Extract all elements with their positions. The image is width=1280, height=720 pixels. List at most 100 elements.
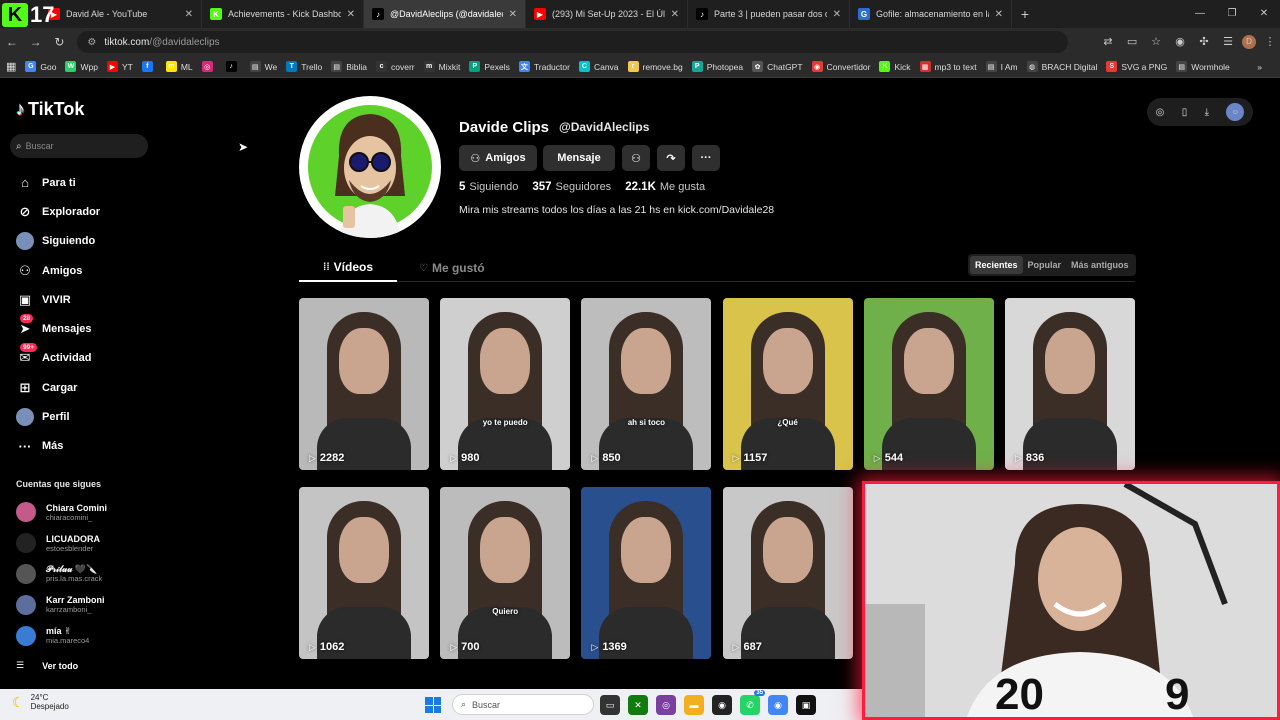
video-thumbnail[interactable]: ▷ 687 [722, 487, 853, 659]
translate-icon[interactable]: ⇄ [1098, 35, 1118, 49]
friends-button[interactable]: ⚇ Amigos [459, 145, 537, 171]
sort-recent[interactable]: Recientes [970, 256, 1023, 274]
profile-avatar[interactable]: D [1242, 35, 1257, 49]
new-tab-button[interactable]: + [1012, 6, 1038, 22]
bookmark-item[interactable]: ◍ BRACH Digital [1026, 61, 1097, 72]
tab-close-icon[interactable]: ✕ [509, 9, 517, 20]
bookmark-item[interactable]: c coverr [376, 61, 415, 72]
video-thumbnail[interactable]: ▷ 2282 [299, 298, 429, 470]
task-view-icon[interactable]: ▭ [600, 695, 620, 715]
sidebar-item[interactable]: ✉ 99+ Actividad [14, 343, 154, 373]
message-button[interactable]: Mensaje [543, 145, 615, 171]
bookmark-item[interactable]: m ML [165, 61, 193, 72]
whatsapp-icon[interactable]: ✆ 35 [740, 690, 765, 715]
bookmark-item[interactable]: ✿ ChatGPT [752, 61, 803, 72]
followed-account[interactable]: Chiara Comini chiaracomini_ [16, 497, 156, 528]
tab-close-icon[interactable]: ✕ [833, 9, 841, 20]
capcut-icon[interactable]: ▣ [796, 695, 816, 715]
bookmarks-overflow-icon[interactable]: » [1257, 62, 1262, 72]
tab-liked[interactable]: ♡ Me gustó [419, 254, 499, 282]
windows-start-icon[interactable] [425, 697, 441, 713]
extension-icon[interactable]: ◉ [1170, 35, 1190, 49]
url-field[interactable]: ⚙ tiktok.com/@davidaleclips [77, 31, 1069, 53]
bookmark-item[interactable]: ▤ Wormhole [1176, 61, 1230, 72]
browser-tab[interactable]: ▶ (293) Mi Set-Up 2023 - El Últim ✕ [526, 0, 688, 28]
video-thumbnail[interactable]: Quiero ▷ 700 [440, 487, 571, 659]
followed-account[interactable]: LICUADORA estoesblender [16, 528, 156, 559]
sidebar-item[interactable]: Perfil [14, 402, 154, 431]
bookmark-item[interactable]: ◎ [201, 61, 217, 72]
taskbar-search[interactable]: ⌕ Buscar [452, 694, 594, 715]
bookmark-item[interactable]: ▦ mp3 to text [919, 61, 977, 72]
extensions-puzzle-icon[interactable]: ✣ [1194, 35, 1214, 49]
bookmark-item[interactable]: P Photopea [691, 61, 743, 72]
bookmark-item[interactable]: ♪ [225, 61, 241, 72]
weather-widget[interactable]: ☾ 24°C Despejado [12, 693, 69, 711]
file-explorer-icon[interactable]: ▬ [684, 695, 704, 715]
tab-close-icon[interactable]: ✕ [995, 9, 1003, 20]
bookmark-item[interactable]: T Trello [286, 61, 322, 72]
browser-tab[interactable]: G Gofile: almacenamiento en la n ✕ [850, 0, 1012, 28]
chrome-icon[interactable]: ◉ [768, 695, 788, 715]
sidebar-item[interactable]: ⚇ Amigos [14, 256, 154, 285]
sidebar-item[interactable]: ➤ 28 Mensajes [14, 314, 154, 343]
following-stat[interactable]: 5 Siguiendo [459, 181, 518, 193]
obs-icon[interactable]: ◉ [712, 695, 732, 715]
tab-close-icon[interactable]: ✕ [347, 9, 355, 20]
followers-stat[interactable]: 357 Seguidores [532, 181, 611, 193]
see-all-link[interactable]: ☰ Ver todo [16, 660, 78, 671]
followed-account[interactable]: Karr Zamboni karrzamboni_ [16, 589, 156, 620]
bookmark-item[interactable]: P Pexels [469, 61, 510, 72]
coins-icon[interactable]: ◎ [1156, 107, 1165, 118]
sidebar-item[interactable]: ⊘ Explorador [14, 197, 154, 226]
sort-popular[interactable]: Popular [1023, 256, 1067, 274]
bookmark-star-icon[interactable]: ☆ [1146, 35, 1166, 49]
bookmark-item[interactable]: r remove.bg [627, 61, 683, 72]
video-thumbnail[interactable]: ▷ 1369 [581, 487, 712, 659]
video-thumbnail[interactable]: ah si toco ▷ 850 [581, 298, 712, 470]
device-icon[interactable]: ▯ [1182, 107, 1188, 118]
video-thumbnail[interactable]: ▷ 836 [1005, 298, 1135, 470]
profile-avatar-large[interactable] [299, 96, 441, 238]
sidebar-item[interactable]: ⌂ Para ti [14, 168, 154, 197]
tab-close-icon[interactable]: ✕ [671, 9, 679, 20]
close-window-icon[interactable]: ✕ [1248, 0, 1280, 28]
forward-icon[interactable]: → [24, 35, 48, 49]
bookmark-item[interactable]: ▶ YT [106, 61, 133, 72]
bookmark-item[interactable]: ▤ I Am [985, 61, 1018, 72]
video-thumbnail[interactable]: ▷ 544 [863, 298, 994, 470]
video-thumbnail[interactable]: ¿Qué ▷ 1157 [722, 298, 853, 470]
bookmark-item[interactable]: 文 Traductor [518, 61, 570, 72]
bookmark-item[interactable]: ◉ Convertidor [811, 61, 870, 72]
app-icon[interactable]: ◎ [656, 695, 676, 715]
bookmark-item[interactable]: C Canva [578, 61, 619, 72]
bookmark-item[interactable]: S SVG a PNG [1106, 61, 1167, 72]
bookmark-item[interactable]: ▤ Biblia [331, 61, 367, 72]
suggest-account-button[interactable]: ⚇ [622, 145, 650, 171]
browser-tab[interactable]: ♪ Parte 3 | pueden pasar dos cosa ✕ [688, 0, 850, 28]
tab-search-icon[interactable]: ☰ [1218, 35, 1238, 49]
more-options-button[interactable]: ··· [692, 145, 720, 171]
sidebar-item[interactable]: ··· Más [14, 432, 154, 461]
bookmark-item[interactable]: m Mixkit [423, 61, 460, 72]
bookmark-item[interactable]: G Goo [25, 61, 56, 72]
sidebar-item[interactable]: ▣ VIVIR [14, 285, 154, 314]
tiktok-logo[interactable]: ♪ TikTok [16, 99, 84, 120]
video-thumbnail[interactable]: yo te puedo ▷ 980 [440, 298, 571, 470]
bookmark-item[interactable]: ▤ We [249, 61, 277, 72]
cast-icon[interactable]: ▭ [1122, 35, 1142, 49]
back-icon[interactable]: ← [0, 35, 24, 49]
tab-close-icon[interactable]: ✕ [185, 9, 193, 20]
video-thumbnail[interactable]: ▷ 1062 [299, 487, 429, 659]
download-icon[interactable]: ⤓ [1205, 107, 1209, 118]
followed-account[interactable]: 𝒫𝓇𝒾𝓁𝓊𝓊 🖤🔪 pris.la.mas.crack [16, 559, 156, 590]
user-avatar-icon[interactable]: ☺ [1226, 103, 1245, 121]
bookmark-item[interactable]: K Kick [879, 61, 911, 72]
xbox-icon[interactable]: ✕ [628, 695, 648, 715]
browser-menu-icon[interactable]: ⋮ [1260, 35, 1280, 49]
site-info-icon[interactable]: ⚙ [87, 37, 96, 48]
browser-tab[interactable]: ♪ @DavidAleclips (@davidaleclips) ✕ [364, 0, 526, 28]
maximize-icon[interactable]: ❐ [1216, 0, 1248, 28]
followed-account[interactable]: mía ✌ mia.mareco4 [16, 620, 156, 651]
sidebar-item[interactable]: ⊞ Cargar [14, 373, 154, 402]
